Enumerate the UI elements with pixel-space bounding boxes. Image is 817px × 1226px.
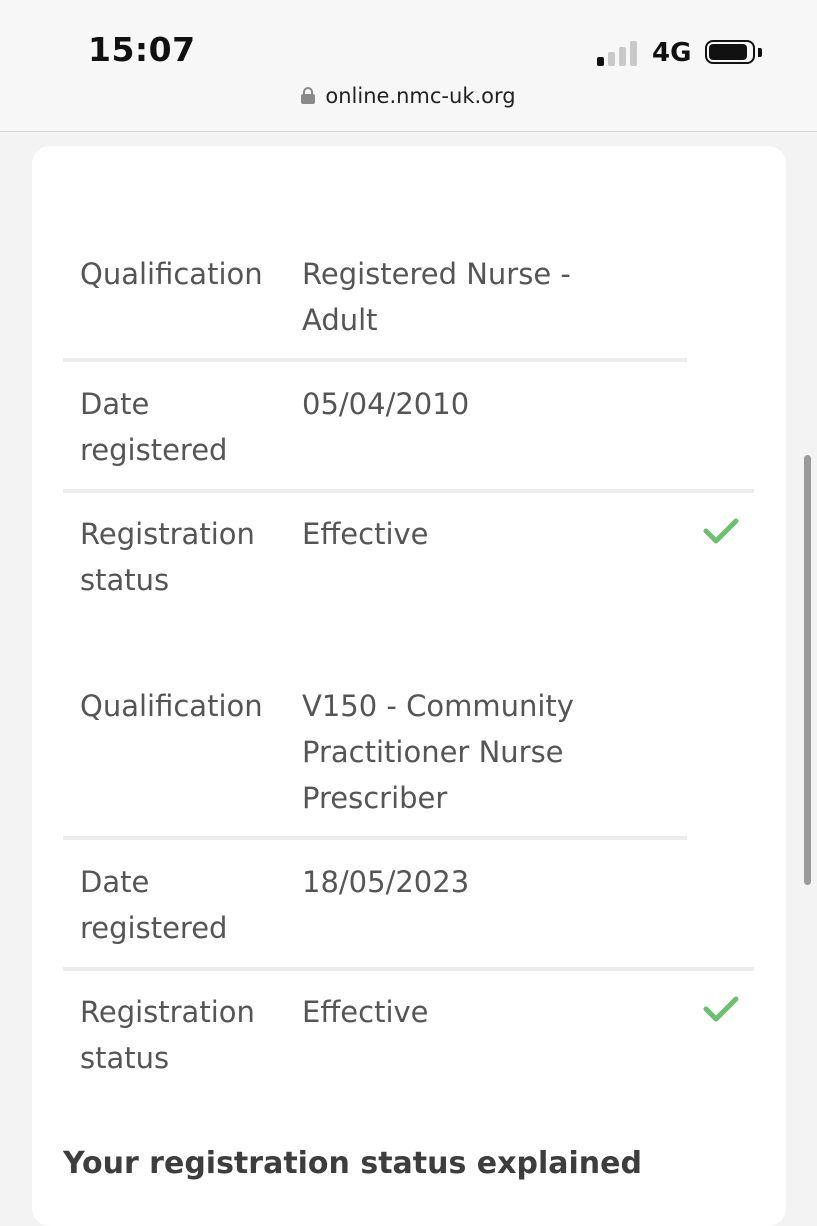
row-divider <box>63 836 687 840</box>
qualification-value: V150 - Community Practitioner Nurse Pres… <box>302 689 574 815</box>
url-text: online.nmc-uk.org <box>325 84 516 108</box>
qualification-label: Qualification <box>80 257 263 291</box>
address-bar[interactable]: online.nmc-uk.org <box>0 84 817 108</box>
status-time: 15:07 <box>88 30 196 69</box>
lock-icon <box>301 87 316 104</box>
registration-status-value: Effective <box>302 517 429 551</box>
check-icon <box>703 996 739 1022</box>
date-registered-label: Date registered <box>80 865 228 945</box>
check-icon <box>703 518 739 544</box>
registration-status-label: Registration status <box>80 995 255 1075</box>
browser-chrome: 15:07 4G online.nmc-uk.org <box>0 0 817 132</box>
page-scrollbar[interactable] <box>804 455 811 885</box>
row-divider <box>63 358 687 362</box>
row-divider <box>63 489 754 493</box>
registration-status-label: Registration status <box>80 517 255 597</box>
date-registered-value: 05/04/2010 <box>302 387 470 421</box>
qualification-value: Registered Nurse - Adult <box>302 257 571 337</box>
network-type: 4G <box>652 38 692 68</box>
battery-icon <box>705 40 765 66</box>
section-heading: Your registration status explained <box>63 1146 642 1181</box>
registration-status-value: Effective <box>302 995 429 1029</box>
date-registered-label: Date registered <box>80 387 228 467</box>
signal-strength-icon <box>597 40 639 66</box>
date-registered-value: 18/05/2023 <box>302 865 470 899</box>
qualification-label: Qualification <box>80 689 263 723</box>
row-divider <box>63 967 754 971</box>
registration-card: Qualification Registered Nurse - Adult D… <box>32 146 786 1226</box>
